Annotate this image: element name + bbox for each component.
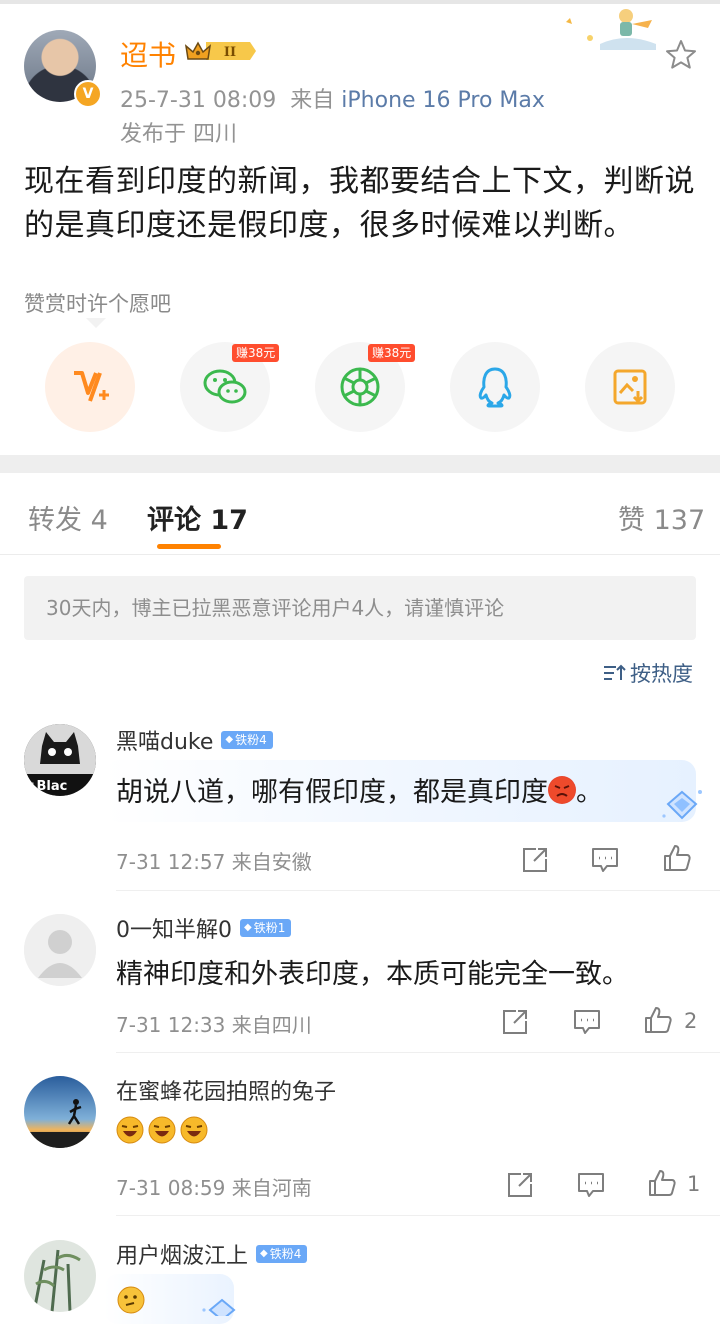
comment-author[interactable]: 在蜜蜂花园拍照的兔子: [116, 1074, 336, 1106]
wechat-icon: [203, 369, 247, 404]
comment-avatar[interactable]: [24, 914, 96, 986]
wechat-earn-badge: 赚38元: [232, 344, 280, 362]
comment-text: [116, 1116, 208, 1144]
like-count: 2: [684, 1009, 698, 1033]
reward-hint[interactable]: 赞赏时许个愿吧: [24, 288, 171, 318]
comment-avatar[interactable]: [24, 1076, 96, 1148]
like-icon[interactable]: [662, 843, 692, 873]
like-icon[interactable]: [643, 1005, 673, 1035]
tab-comments[interactable]: 评论 17: [147, 498, 248, 537]
laughing-emoji-icon: [180, 1116, 208, 1144]
like-count: 1: [687, 1172, 701, 1196]
post-meta: 25-7-31 08:09 来自 iPhone 16 Pro Max: [120, 82, 545, 114]
laughing-emoji-icon: [148, 1116, 176, 1144]
reward-hint-pointer: [86, 318, 106, 328]
post-time: 25-7-31 08:09: [120, 88, 277, 113]
fan-badge: ◆ 铁粉1: [240, 919, 292, 937]
comment-header: 0一知半解0 ◆ 铁粉1: [116, 912, 292, 944]
comment-text-end: 。: [576, 777, 603, 808]
comment-meta: 7-31 08:59 来自河南: [116, 1176, 312, 1200]
comment-avatar[interactable]: [24, 1240, 96, 1312]
repost-icon[interactable]: [520, 845, 550, 875]
comment-notice: 30天内，博主已拉黑恶意评论用户4人，请谨慎评论: [24, 576, 696, 640]
member-crown-badge-icon: II: [184, 41, 256, 60]
device-link[interactable]: iPhone 16 Pro Max: [341, 88, 545, 113]
reply-icon[interactable]: [572, 1007, 602, 1037]
source-prefix: 来自: [290, 88, 335, 113]
black-cat-avatar-icon: r.Blac: [24, 724, 96, 796]
sort-icon: [604, 664, 626, 680]
save-image-icon: [613, 369, 647, 405]
share-save-image-button[interactable]: [585, 342, 675, 432]
comment-text: 胡说八道，哪有假印度，都是真印度 。: [116, 770, 603, 809]
tab-likes[interactable]: 赞 137: [618, 498, 705, 537]
reply-icon[interactable]: [576, 1170, 606, 1200]
bamboo-avatar-icon: [24, 1240, 96, 1312]
comment-author[interactable]: 0一知半解0: [116, 912, 232, 944]
sort-label: 按热度: [630, 662, 693, 686]
fan-badge-label: 铁粉4: [235, 733, 267, 747]
comment-divider: [116, 1052, 720, 1053]
v-plus-icon: [74, 371, 109, 402]
comment-meta: 7-31 12:33 来自四川: [116, 1013, 312, 1037]
moments-earn-badge: 赚38元: [368, 344, 416, 362]
comment-meta: 7-31 12:57 来自安徽: [116, 850, 312, 874]
comment-avatar[interactable]: r.Blac: [24, 724, 96, 796]
qq-icon: [478, 367, 512, 408]
author-name[interactable]: 迢书: [120, 34, 176, 74]
active-tab-indicator: [157, 544, 221, 549]
comment-divider: [116, 890, 720, 891]
repost-icon[interactable]: [505, 1170, 535, 1200]
comment-text: 精神印度和外表印度，本质可能完全一致。: [116, 959, 629, 990]
repost-icon[interactable]: [500, 1007, 530, 1037]
share-v-plus-button[interactable]: [45, 342, 135, 432]
comment-divider: [116, 1215, 720, 1216]
comment-author[interactable]: 黑喵duke: [116, 724, 213, 756]
share-qq-button[interactable]: [450, 342, 540, 432]
fan-badge-label: 铁粉1: [253, 921, 286, 935]
laughing-emoji-icon: [116, 1116, 144, 1144]
like-icon[interactable]: [647, 1168, 677, 1198]
tab-divider: [0, 554, 720, 555]
sort-by-hot-button[interactable]: 按热度: [602, 658, 693, 688]
post-location: 发布于 四川: [120, 122, 237, 147]
comment-header: 用户烟波江上 ◆ 铁粉4: [116, 1238, 308, 1270]
little-prince-decoration: [566, 9, 656, 50]
diamond-sparkle-icon: [662, 790, 702, 820]
fan-badge: ◆ 铁粉4: [256, 1245, 308, 1263]
sunset-runner-avatar-icon: [24, 1076, 96, 1148]
member-level: II: [224, 45, 236, 60]
fan-badge: ◆ 铁粉4: [221, 731, 273, 749]
angry-emoji-icon: [548, 775, 576, 804]
section-gap: [0, 455, 720, 473]
fan-badge-label: 铁粉4: [269, 1247, 302, 1261]
svg-text:r.Blac: r.Blac: [27, 779, 67, 794]
reply-icon[interactable]: [590, 845, 620, 875]
tab-repost[interactable]: 转发 4: [28, 498, 108, 537]
verified-badge-icon: V: [74, 80, 102, 108]
comment-header: 黑喵duke ◆ 铁粉4: [116, 724, 273, 756]
diamond-sparkle-icon: [202, 1298, 236, 1316]
comment-text-main: 胡说八道，哪有假印度，都是真印度: [116, 777, 548, 808]
favorite-star-icon[interactable]: [664, 38, 698, 72]
post-text: 现在看到印度的新闻，我都要结合上下文，判断说的是真印度还是假印度，很多时候难以判…: [24, 164, 695, 243]
comment-author[interactable]: 用户烟波江上: [116, 1238, 248, 1270]
thinking-emoji-icon: [117, 1286, 145, 1314]
default-avatar-icon: [24, 914, 96, 986]
moments-icon: [340, 367, 380, 407]
